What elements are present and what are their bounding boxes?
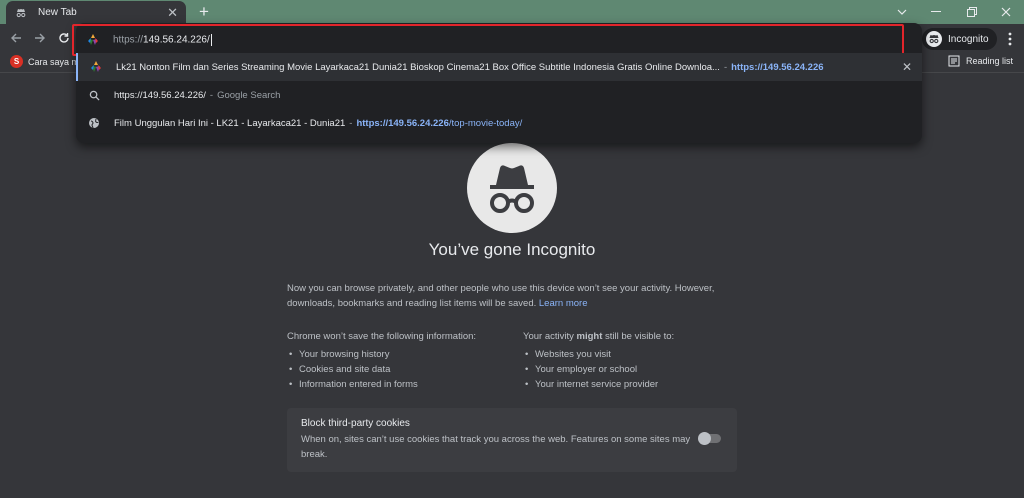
incognito-profile-button[interactable]: Incognito <box>922 28 997 50</box>
cookie-description: When on, sites can’t use cookies that tr… <box>301 434 691 460</box>
incognito-hero-icon <box>467 143 557 233</box>
incognito-icon <box>14 6 28 20</box>
list-item: Your internet service provider <box>523 377 674 392</box>
incognito-avatar-icon <box>926 31 942 47</box>
chevron-down-icon[interactable] <box>884 0 920 24</box>
forward-arrow-icon[interactable] <box>30 28 50 48</box>
suggestion-source: Google Search <box>217 89 281 101</box>
intro-text: Now you can browse privately, and other … <box>287 283 715 309</box>
suggestion-url-path: /top-movie-today/ <box>448 117 523 129</box>
suggestion-title: https://149.56.24.226/ <box>114 89 206 101</box>
third-party-cookies-card: Block third-party cookies When on, sites… <box>287 408 737 472</box>
title-bar: New Tab ✕ + <box>0 0 1024 24</box>
bookmark-label: Cara saya m <box>28 56 80 67</box>
suggestion-title: Lk21 Nonton Film dan Series Streaming Mo… <box>116 61 720 73</box>
text-caret <box>210 34 212 46</box>
reading-list-icon <box>948 55 960 67</box>
incognito-intro: Now you can browse privately, and other … <box>287 281 737 311</box>
suggestion-title: Film Unggulan Hari Ini - LK21 - Layarkac… <box>114 117 346 129</box>
still-visible-list: Your activity might still be visible to:… <box>523 329 674 392</box>
not-saved-list: Chrome won’t save the following informat… <box>287 329 476 392</box>
suggestion-item[interactable]: Film Unggulan Hari Ini - LK21 - Layarkac… <box>76 109 922 137</box>
restore-icon[interactable] <box>954 0 990 24</box>
more-menu-icon[interactable] <box>1004 30 1016 48</box>
suggestion-url: https://149.56.24.226 <box>356 117 449 129</box>
list-item: Cookies and site data <box>287 362 476 377</box>
search-icon <box>87 90 101 101</box>
tab-title: New Tab <box>38 7 77 18</box>
cookie-title: Block third-party cookies <box>301 418 410 429</box>
toggle-knob <box>698 432 711 445</box>
not-saved-heading: Chrome won’t save the following informat… <box>287 331 477 342</box>
profile-label: Incognito <box>948 33 989 45</box>
suggestion-separator: - <box>349 117 353 129</box>
still-visible-heading: Your activity might still be visible to: <box>523 329 674 344</box>
heading-emphasis: might <box>576 331 603 342</box>
tab-close-icon[interactable]: ✕ <box>167 6 178 19</box>
minimize-icon[interactable] <box>918 0 954 24</box>
close-window-icon[interactable] <box>988 0 1024 24</box>
block-cookies-toggle[interactable] <box>698 432 721 445</box>
list-item: Your browsing history <box>287 347 476 362</box>
address-bar[interactable]: https://149.56.24.226/ <box>72 24 904 56</box>
suggestion-separator: - <box>209 89 214 101</box>
url-host: 149.56.24.226/ <box>143 34 210 46</box>
remove-suggestion-icon[interactable]: ✕ <box>902 60 912 74</box>
back-arrow-icon[interactable] <box>6 28 26 48</box>
heading-part: Your activity <box>523 331 577 342</box>
page-title: You’ve gone Incognito <box>428 240 596 259</box>
heading-part: still be visible to: <box>602 331 675 342</box>
reading-list-button[interactable]: Reading list <box>948 55 1013 67</box>
learn-more-link[interactable]: Learn more <box>539 298 588 309</box>
address-value[interactable]: https://149.56.24.226/ <box>113 34 212 46</box>
list-item: Your employer or school <box>523 362 674 377</box>
list-item: Websites you visit <box>523 347 674 362</box>
list-item: Information entered in forms <box>287 377 476 392</box>
reload-icon[interactable] <box>54 28 74 48</box>
new-tab-button[interactable]: + <box>194 2 214 22</box>
globe-icon <box>87 117 101 129</box>
reading-list-label: Reading list <box>966 56 1014 66</box>
site-favicon-icon <box>89 60 103 74</box>
suggestion-item[interactable]: Lk21 Nonton Film dan Series Streaming Mo… <box>76 53 922 81</box>
url-scheme: https:// <box>113 34 144 46</box>
site-favicon-icon <box>86 33 100 47</box>
bookmark-item[interactable]: S Cara saya m <box>10 55 79 68</box>
suggestion-separator: - <box>723 61 728 73</box>
tab-new-tab[interactable]: New Tab ✕ <box>6 1 186 24</box>
suggestion-item[interactable]: https://149.56.24.226/ - Google Search <box>76 81 922 109</box>
suggestion-url: https://149.56.24.226 <box>731 61 824 73</box>
bookmark-favicon-icon: S <box>10 55 23 68</box>
